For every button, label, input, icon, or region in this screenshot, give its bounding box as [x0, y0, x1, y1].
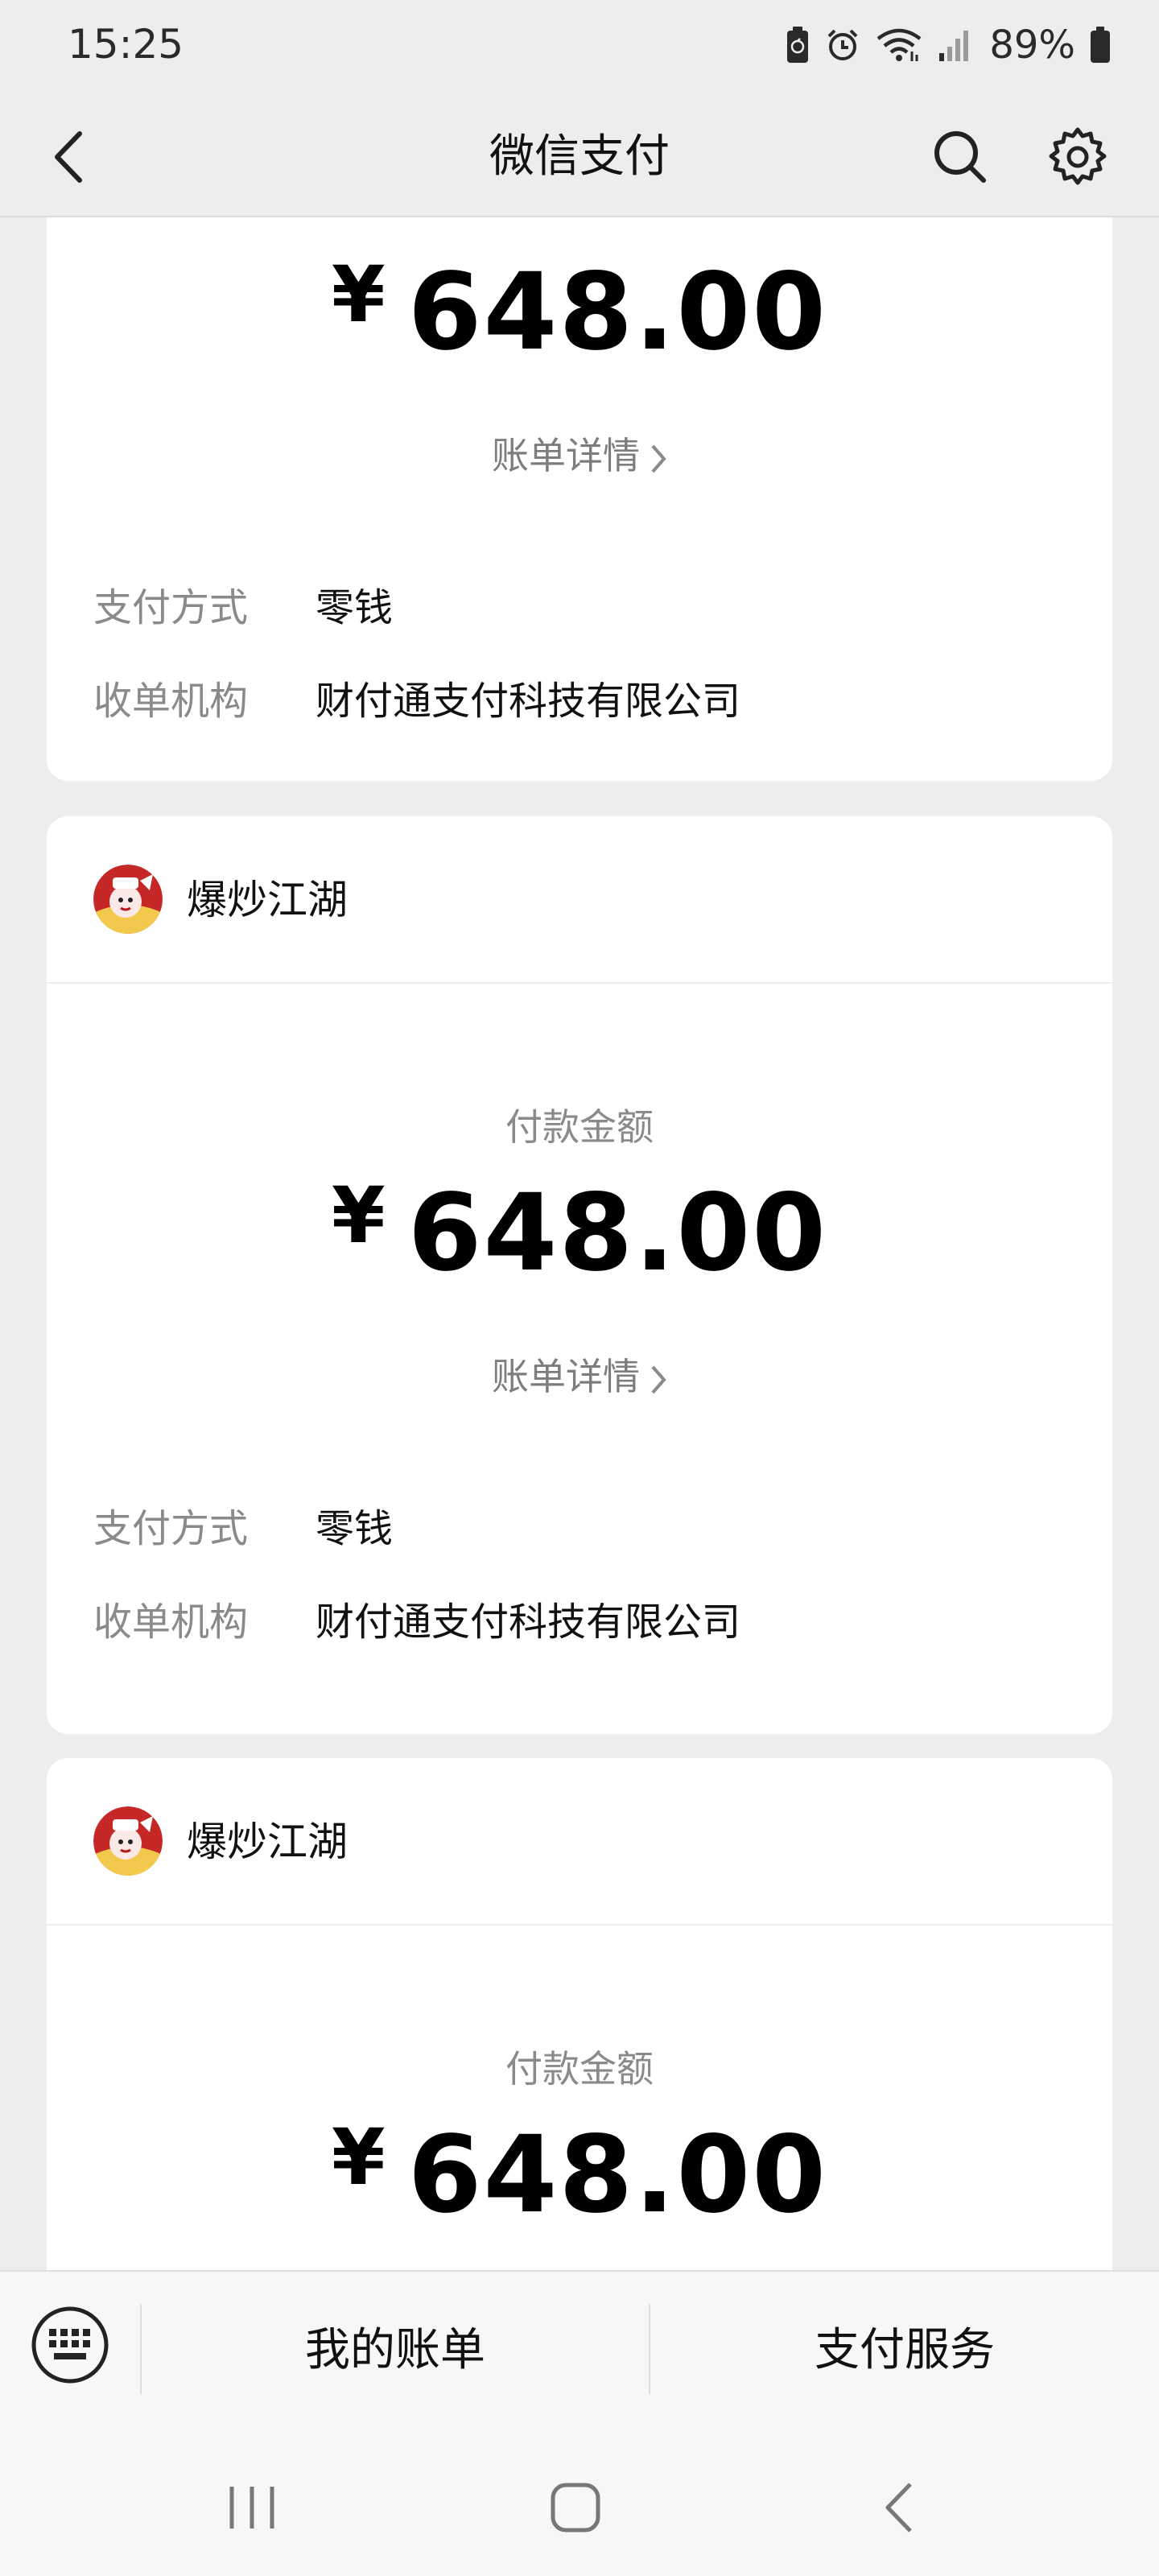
- payment-method-row: 支付方式 零钱: [93, 1501, 393, 1557]
- amount-value: 648.00: [407, 1171, 828, 1295]
- keyboard-toggle-button[interactable]: [29, 2304, 111, 2386]
- acquirer-row: 收单机构 财付通支付科技有限公司: [93, 673, 740, 729]
- battery-saver-icon: [787, 27, 809, 63]
- menu-item-my-bills[interactable]: 我的账单: [142, 2272, 649, 2429]
- bill-details-label: 账单详情: [492, 434, 640, 477]
- battery-icon: [1091, 27, 1110, 63]
- keyboard-icon: [31, 2306, 109, 2384]
- chevron-right-icon: [651, 444, 666, 473]
- search-icon: [934, 131, 986, 183]
- search-button[interactable]: [924, 121, 996, 193]
- currency-symbol: ¥: [331, 2112, 387, 2202]
- bill-details-label: 账单详情: [492, 1355, 640, 1398]
- merchant-header[interactable]: 爆炒江湖: [47, 1758, 1112, 1926]
- settings-button[interactable]: [1041, 121, 1114, 193]
- amount-label: 付款金额: [505, 2047, 654, 2091]
- detail-value: 零钱: [316, 1506, 394, 1551]
- acquirer-row: 收单机构 财付通支付科技有限公司: [93, 1594, 740, 1650]
- amount-value: 648.00: [407, 2113, 828, 2237]
- payment-card: 爆炒江湖 付款金额 ¥648.00: [47, 1758, 1112, 2270]
- detail-label: 支付方式: [93, 585, 249, 630]
- amount-value: 648.00: [407, 250, 828, 374]
- back-icon: [885, 2483, 912, 2533]
- currency-symbol: ¥: [331, 1170, 387, 1261]
- payment-card: 爆炒江湖 付款金额 ¥648.00 账单详情 支付方式 零钱 收单机构 财付通支付科…: [47, 816, 1112, 1734]
- avatar: [93, 865, 163, 934]
- nav-bar: 微信支付: [0, 97, 1159, 217]
- detail-label: 收单机构: [93, 679, 249, 724]
- merchant-name: 爆炒江湖: [187, 1818, 348, 1865]
- message-list[interactable]: ¥648.00 账单详情 支付方式 零钱 收单机构 财付通支付科技有限公司 爆炒…: [0, 217, 1159, 2270]
- currency-symbol: ¥: [331, 250, 387, 340]
- home-icon: [551, 2483, 600, 2533]
- system-nav-bar: [0, 2431, 1159, 2576]
- home-button[interactable]: [531, 2463, 620, 2552]
- merchant-name: 爆炒江湖: [187, 877, 348, 923]
- payment-card: ¥648.00 账单详情 支付方式 零钱 收单机构 财付通支付科技有限公司: [47, 217, 1112, 781]
- gear-icon: [1049, 127, 1107, 185]
- status-bar: 15:25 89%: [0, 0, 1159, 97]
- detail-value: 零钱: [316, 585, 394, 630]
- status-time: 15:25: [68, 21, 184, 68]
- signal-icon: [939, 31, 969, 61]
- bill-details-link[interactable]: 账单详情: [47, 1348, 1112, 1401]
- recents-button[interactable]: [208, 2463, 296, 2552]
- detail-label: 支付方式: [93, 1506, 249, 1551]
- amount-label: 付款金额: [505, 1105, 654, 1149]
- merchant-logo-icon: [93, 1806, 163, 1876]
- detail-label: 收单机构: [93, 1600, 249, 1645]
- payment-amount: ¥648.00: [47, 1170, 1112, 1295]
- menu-item-payment-services[interactable]: 支付服务: [650, 2272, 1159, 2429]
- detail-value: 财付通支付科技有限公司: [316, 1600, 741, 1645]
- wifi-icon: [876, 28, 922, 61]
- payment-method-row: 支付方式 零钱: [93, 580, 393, 636]
- chevron-right-icon: [651, 1365, 666, 1393]
- payment-amount: ¥648.00: [47, 250, 1112, 374]
- detail-value: 财付通支付科技有限公司: [316, 679, 741, 724]
- bill-details-link[interactable]: 账单详情: [47, 427, 1112, 480]
- recents-icon: [229, 2487, 274, 2529]
- status-icons: 89%: [785, 21, 1111, 69]
- battery-percent: 89%: [989, 23, 1075, 68]
- alarm-icon: [827, 29, 858, 60]
- bottom-menu: 我的账单 支付服务: [0, 2270, 1159, 2431]
- avatar: [93, 1806, 163, 1876]
- system-back-button[interactable]: [855, 2463, 943, 2552]
- merchant-logo-icon: [93, 865, 163, 934]
- merchant-header[interactable]: 爆炒江湖: [47, 816, 1112, 984]
- payment-amount: ¥648.00: [47, 2112, 1112, 2237]
